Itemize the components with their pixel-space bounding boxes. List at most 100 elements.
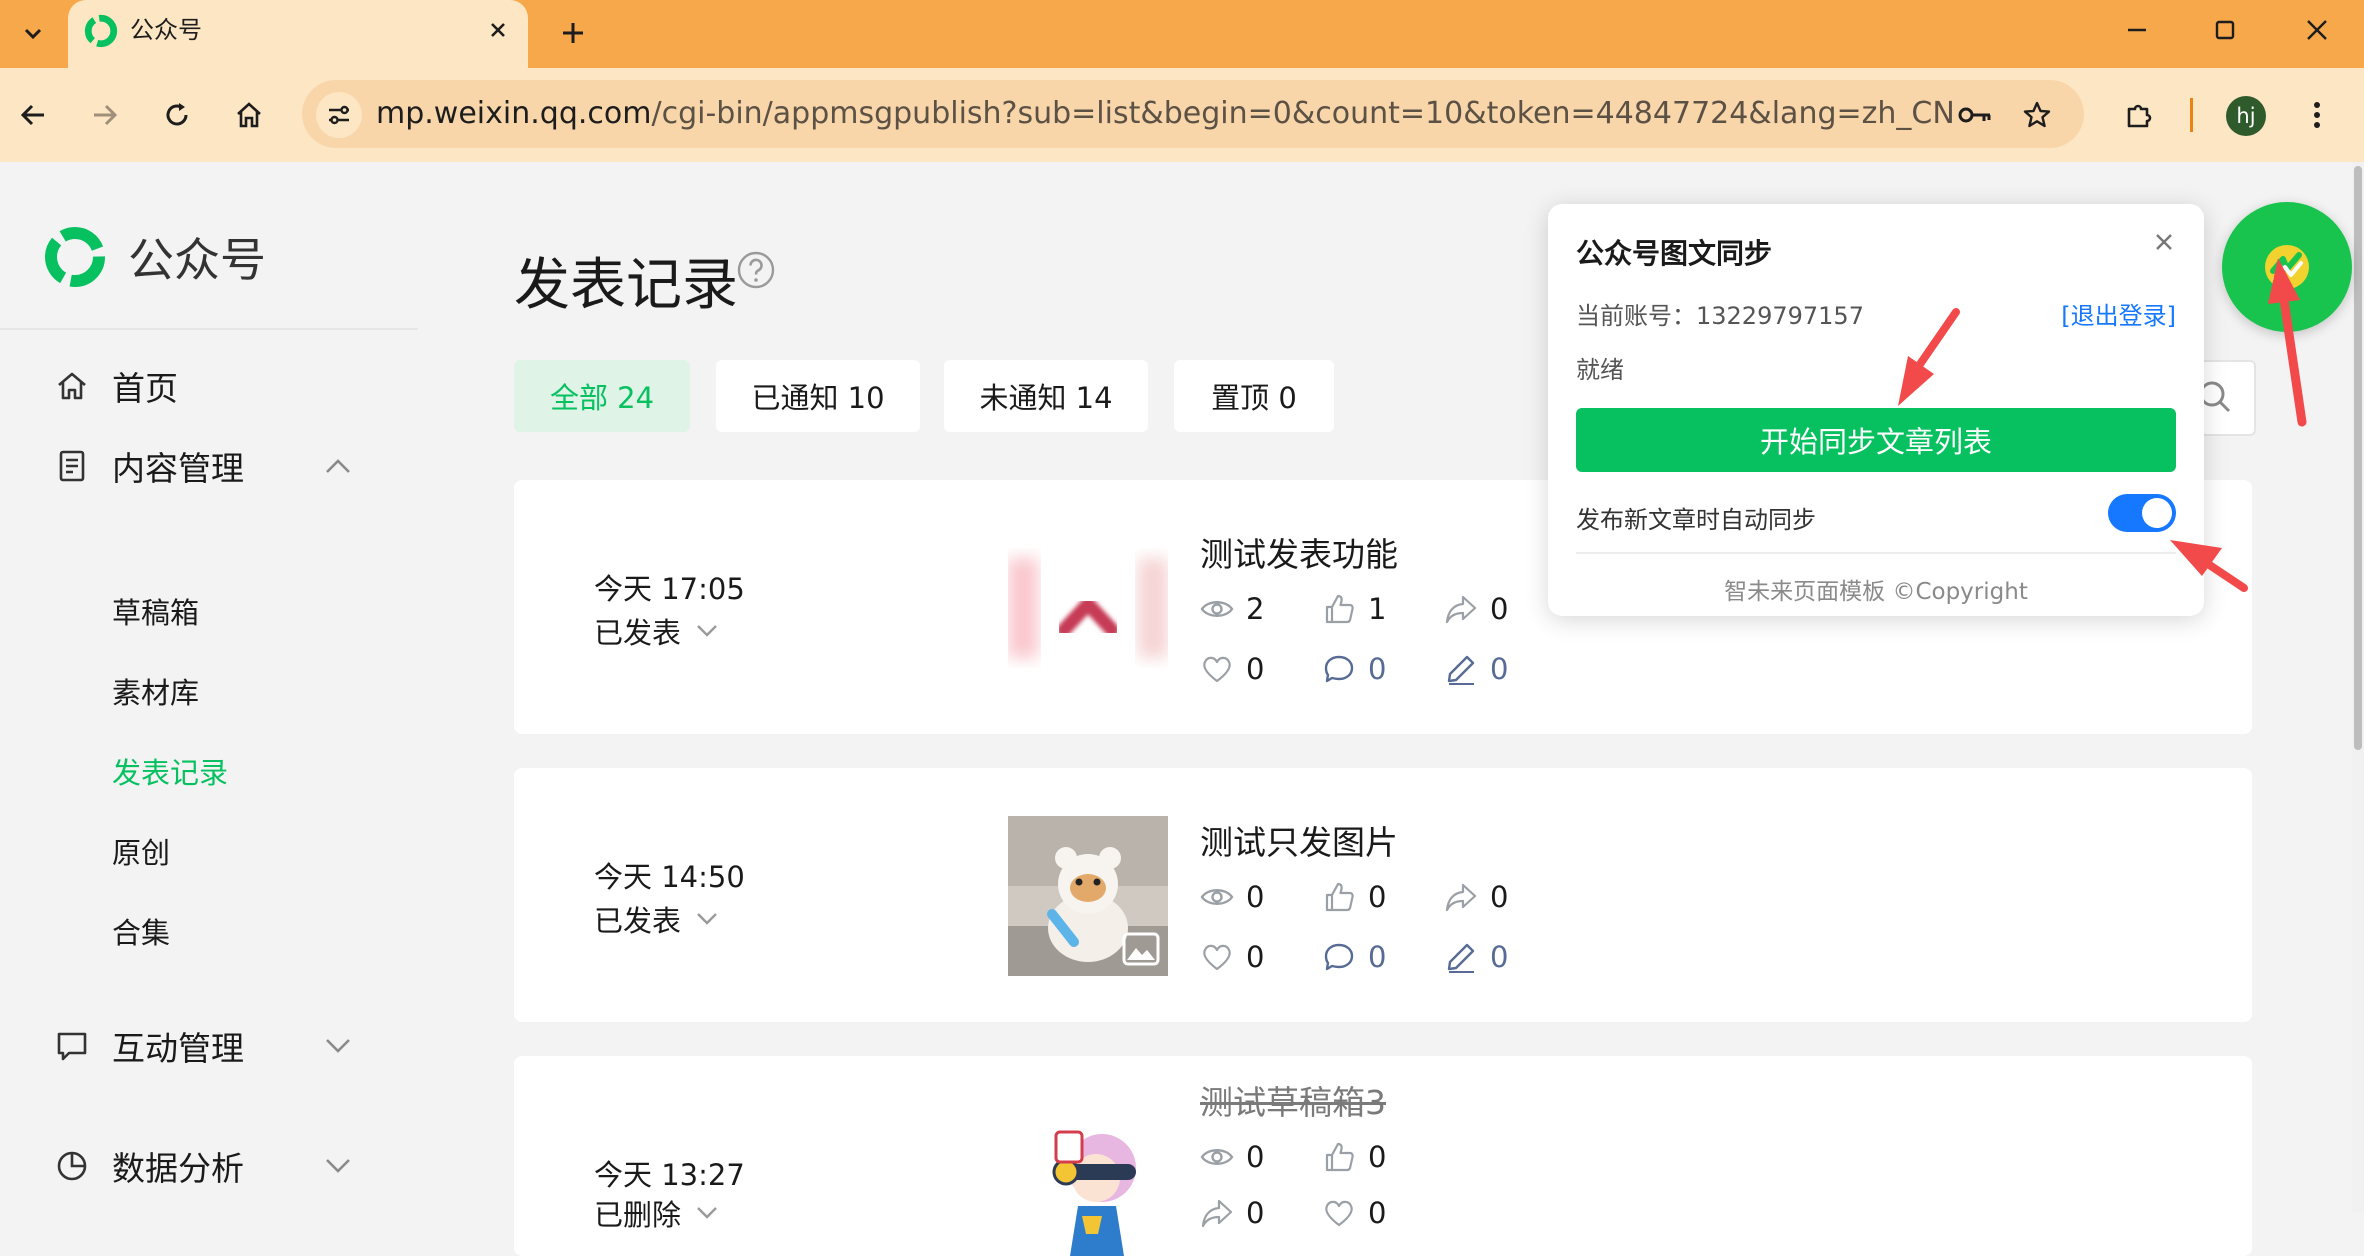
close-window-button[interactable] [2272, 0, 2362, 60]
url-text[interactable]: mp.weixin.qq.com/cgi-bin/appmsgpublish?s… [376, 96, 1955, 132]
site-settings-icon[interactable] [316, 92, 362, 138]
chevron-down-icon[interactable] [320, 1148, 356, 1184]
filter-tab-notified[interactable]: 已通知 10 [716, 360, 920, 432]
browser-tab[interactable]: 公众号 [68, 0, 528, 68]
forward-button[interactable] [82, 92, 128, 138]
nav-drafts[interactable]: 草稿箱 [112, 590, 199, 632]
stat-comments[interactable]: 0 [1322, 652, 1386, 686]
article-status-label: 已发表 [594, 616, 682, 650]
comment-bubble-icon [1322, 652, 1356, 686]
stat-likes: 0 [1322, 880, 1386, 914]
filter-tab-pinned[interactable]: 置顶 0 [1174, 360, 1334, 432]
filter-tab-all[interactable]: 全部 24 [514, 360, 690, 432]
article-status-dropdown[interactable]: 已发表 [594, 610, 719, 652]
tab-title: 公众号 [130, 16, 202, 44]
nav-interaction-management[interactable]: 互动管理 [54, 1022, 244, 1070]
popup-footer: 智未来页面模板 ©Copyright [1724, 579, 2028, 605]
sync-extension-fab[interactable] [2222, 202, 2352, 332]
stat-likes-value: 1 [1368, 592, 1387, 626]
nav-data-analysis[interactable]: 数据分析 [54, 1142, 244, 1190]
chevron-down-icon [695, 1205, 719, 1221]
page-scrollbar-thumb[interactable] [2354, 166, 2362, 750]
heart-icon [1322, 1196, 1356, 1230]
logout-link[interactable]: [退出登录] [2061, 296, 2176, 331]
mp-logo[interactable]: 公众号 [42, 224, 266, 290]
tab-close-icon[interactable] [482, 14, 514, 46]
weixin-mp-logo-icon [45, 227, 105, 287]
new-tab-button[interactable] [550, 10, 596, 56]
chevron-down-icon [695, 623, 719, 639]
stat-comments-value: 0 [1368, 940, 1387, 974]
back-button[interactable] [10, 92, 56, 138]
password-key-icon[interactable] [1952, 92, 1998, 138]
nav-collections[interactable]: 合集 [112, 910, 170, 952]
sync-extension-popup: 公众号图文同步 当前账号：13229797157 [退出登录] 就绪 开始同步文… [1548, 204, 2204, 616]
article-title[interactable]: 测试发表功能 [1200, 528, 1398, 576]
minimize-icon [2128, 28, 2146, 32]
pie-chart-icon [54, 1148, 90, 1184]
start-sync-button[interactable]: 开始同步文章列表 [1576, 408, 2176, 472]
stat-shares-value: 0 [1490, 592, 1509, 626]
article-thumbnail[interactable] [1008, 1116, 1168, 1256]
address-bar[interactable]: mp.weixin.qq.com/cgi-bin/appmsgpublish?s… [302, 80, 2084, 148]
nav-home[interactable]: 首页 [54, 362, 178, 410]
stat-reads: 2 [1200, 592, 1264, 626]
stat-shares: 0 [1444, 592, 1508, 626]
reload-button[interactable] [154, 92, 200, 138]
nav-content-management[interactable]: 内容管理 [54, 442, 244, 490]
sync-status: 就绪 [1576, 356, 1624, 384]
stat-shares-value: 0 [1246, 1196, 1265, 1230]
eye-icon [1200, 1140, 1234, 1174]
comment-icon [54, 1028, 90, 1064]
filter-tab-not-notified[interactable]: 未通知 14 [944, 360, 1148, 432]
nav-original[interactable]: 原创 [112, 830, 170, 872]
stat-comments-value: 0 [1368, 652, 1387, 686]
extensions-button[interactable] [2116, 92, 2162, 138]
extension-logo-icon [2265, 245, 2309, 289]
chevron-down-icon[interactable] [320, 1028, 356, 1064]
share-icon [1444, 880, 1478, 914]
url-path: /cgi-bin/appmsgpublish?sub=list&begin=0&… [651, 96, 1955, 131]
bookmark-star-icon[interactable] [2014, 92, 2060, 138]
stat-comments[interactable]: 0 [1322, 940, 1386, 974]
stat-likes: 0 [1322, 1140, 1386, 1174]
reload-icon [166, 103, 188, 126]
stat-notes[interactable]: 0 [1444, 652, 1508, 686]
browser-tab-strip: 公众号 [0, 0, 2364, 68]
eye-icon [1200, 592, 1234, 626]
article-status-dropdown[interactable]: 已删除 [594, 1192, 719, 1234]
article-thumbnail[interactable] [1008, 528, 1168, 688]
profile-avatar[interactable]: hj [2226, 96, 2266, 136]
tab-search-button[interactable] [10, 10, 56, 56]
weixin-mp-favicon-icon [84, 14, 118, 48]
chevron-down-icon [24, 28, 42, 40]
minimize-button[interactable] [2092, 0, 2182, 60]
popup-close-icon[interactable] [2146, 224, 2182, 260]
nav-home-label: 首页 [112, 369, 178, 408]
nav-publish-records[interactable]: 发表记录 [112, 750, 228, 792]
toolbar-separator [2190, 98, 2193, 132]
article-thumbnail[interactable] [1008, 816, 1168, 976]
popup-title: 公众号图文同步 [1576, 237, 1773, 270]
help-icon[interactable] [736, 250, 776, 290]
auto-sync-label: 发布新文章时自动同步 [1576, 506, 1816, 534]
chevron-up-icon[interactable] [320, 448, 356, 484]
browser-menu-button[interactable] [2294, 92, 2340, 138]
auto-sync-toggle[interactable] [2108, 494, 2176, 532]
article-status-dropdown[interactable]: 已发表 [594, 898, 719, 940]
article-title[interactable]: 测试草稿箱3 [1200, 1076, 1386, 1124]
nav-interaction-management-label: 互动管理 [112, 1029, 244, 1068]
current-account: 当前账号：13229797157 [1576, 302, 1864, 330]
pen-icon [1444, 652, 1478, 686]
home-button[interactable] [226, 92, 272, 138]
stat-reads-value: 2 [1246, 592, 1265, 626]
stat-notes[interactable]: 0 [1444, 940, 1508, 974]
stat-wows: 0 [1200, 940, 1264, 974]
stat-wows-value: 0 [1246, 652, 1265, 686]
nav-materials[interactable]: 素材库 [112, 670, 199, 712]
thumbs-up-icon [1322, 880, 1356, 914]
maximize-button[interactable] [2180, 0, 2270, 60]
stat-shares-value: 0 [1490, 880, 1509, 914]
article-title[interactable]: 测试只发图片 [1200, 816, 1398, 864]
article-card: 今天 13:27 已删除 测试草稿箱3 0 0 0 0 [514, 1056, 2252, 1256]
